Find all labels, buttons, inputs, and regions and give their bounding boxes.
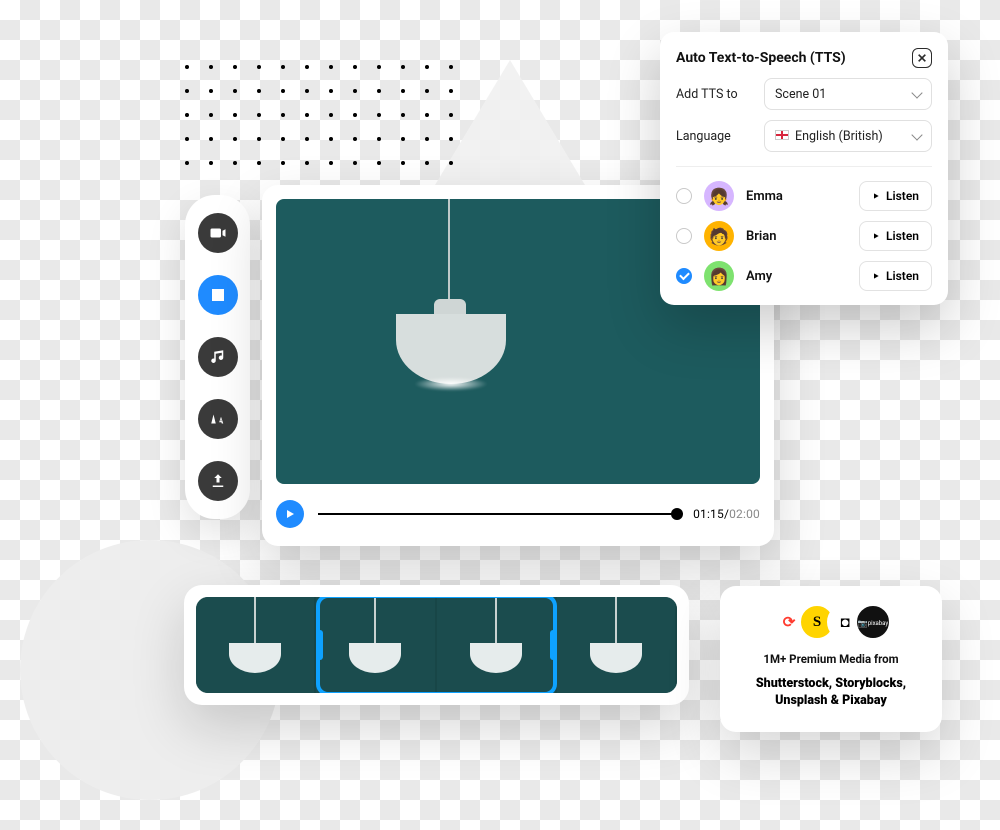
voice-radio[interactable] <box>676 228 692 244</box>
voice-radio[interactable] <box>676 188 692 204</box>
rail-music-button[interactable] <box>198 337 238 377</box>
tts-addto-label: Add TTS to <box>676 87 754 102</box>
timeline-thumb[interactable] <box>316 597 436 693</box>
upload-icon <box>209 472 227 490</box>
play-icon <box>872 271 880 281</box>
tool-rail <box>185 195 250 519</box>
play-icon <box>284 508 296 520</box>
rail-text-button[interactable] <box>198 399 238 439</box>
tts-language-value: English (British) <box>795 129 883 144</box>
image-icon <box>209 286 227 304</box>
timeline-track[interactable] <box>196 597 677 693</box>
play-icon <box>872 191 880 201</box>
voice-row-amy: 👩 Amy Listen <box>676 261 932 291</box>
play-button[interactable] <box>276 500 304 528</box>
listen-button[interactable]: Listen <box>859 181 932 211</box>
seek-track[interactable] <box>318 513 679 515</box>
voice-name: Emma <box>746 189 847 204</box>
close-icon <box>917 53 927 63</box>
tts-title: Auto Text-to-Speech (TTS) <box>676 50 846 66</box>
voice-avatar: 👧 <box>704 181 734 211</box>
timecode: 01:15/02:00 <box>693 507 760 521</box>
tts-language-label: Language <box>676 129 754 144</box>
music-icon <box>209 348 227 366</box>
tts-language-dropdown[interactable]: English (British) <box>764 120 932 152</box>
media-sources-card: ⟳ S ◘ 📷pixabay 1M+ Premium Media from Sh… <box>720 586 942 732</box>
timeline-card <box>184 585 689 705</box>
tts-voice-list: 👧 Emma Listen 🧑 Brian Listen 👩 Amy Listen <box>676 166 932 291</box>
camera-icon <box>209 224 227 242</box>
voice-row-brian: 🧑 Brian Listen <box>676 221 932 251</box>
rail-image-button[interactable] <box>198 275 238 315</box>
timeline-thumb[interactable] <box>196 597 316 693</box>
listen-button[interactable]: Listen <box>859 221 932 251</box>
flag-english-icon <box>775 130 789 140</box>
listen-button[interactable]: Listen <box>859 261 932 291</box>
seek-knob[interactable] <box>671 508 683 520</box>
chevron-down-icon <box>911 87 922 98</box>
voice-avatar: 🧑 <box>704 221 734 251</box>
decorative-dot-grid <box>175 55 463 175</box>
voice-avatar: 👩 <box>704 261 734 291</box>
tts-close-button[interactable] <box>912 48 932 68</box>
current-time: 01:15 <box>693 507 724 521</box>
play-icon <box>872 231 880 241</box>
player-transport: 01:15/02:00 <box>276 500 760 528</box>
voice-radio[interactable] <box>676 268 692 284</box>
sources-providers: Shutterstock, Storyblocks, Unsplash & Pi… <box>738 676 924 710</box>
tts-scene-value: Scene 01 <box>775 87 826 102</box>
tts-panel: Auto Text-to-Speech (TTS) Add TTS to Sce… <box>660 32 948 305</box>
rail-video-button[interactable] <box>198 213 238 253</box>
media-logo-row: ⟳ S ◘ 📷pixabay <box>738 604 924 640</box>
chevron-down-icon <box>911 129 922 140</box>
voice-name: Brian <box>746 229 847 244</box>
timeline-thumb[interactable] <box>557 597 677 693</box>
sources-subtitle: 1M+ Premium Media from <box>738 652 924 666</box>
total-time: 02:00 <box>729 507 760 521</box>
rail-upload-button[interactable] <box>198 461 238 501</box>
logo-pixabay: 📷pixabay <box>855 604 891 640</box>
timeline-thumb[interactable] <box>437 597 557 693</box>
text-icon <box>209 410 227 428</box>
tts-scene-dropdown[interactable]: Scene 01 <box>764 78 932 110</box>
voice-name: Amy <box>746 269 847 284</box>
voice-row-emma: 👧 Emma Listen <box>676 181 932 211</box>
